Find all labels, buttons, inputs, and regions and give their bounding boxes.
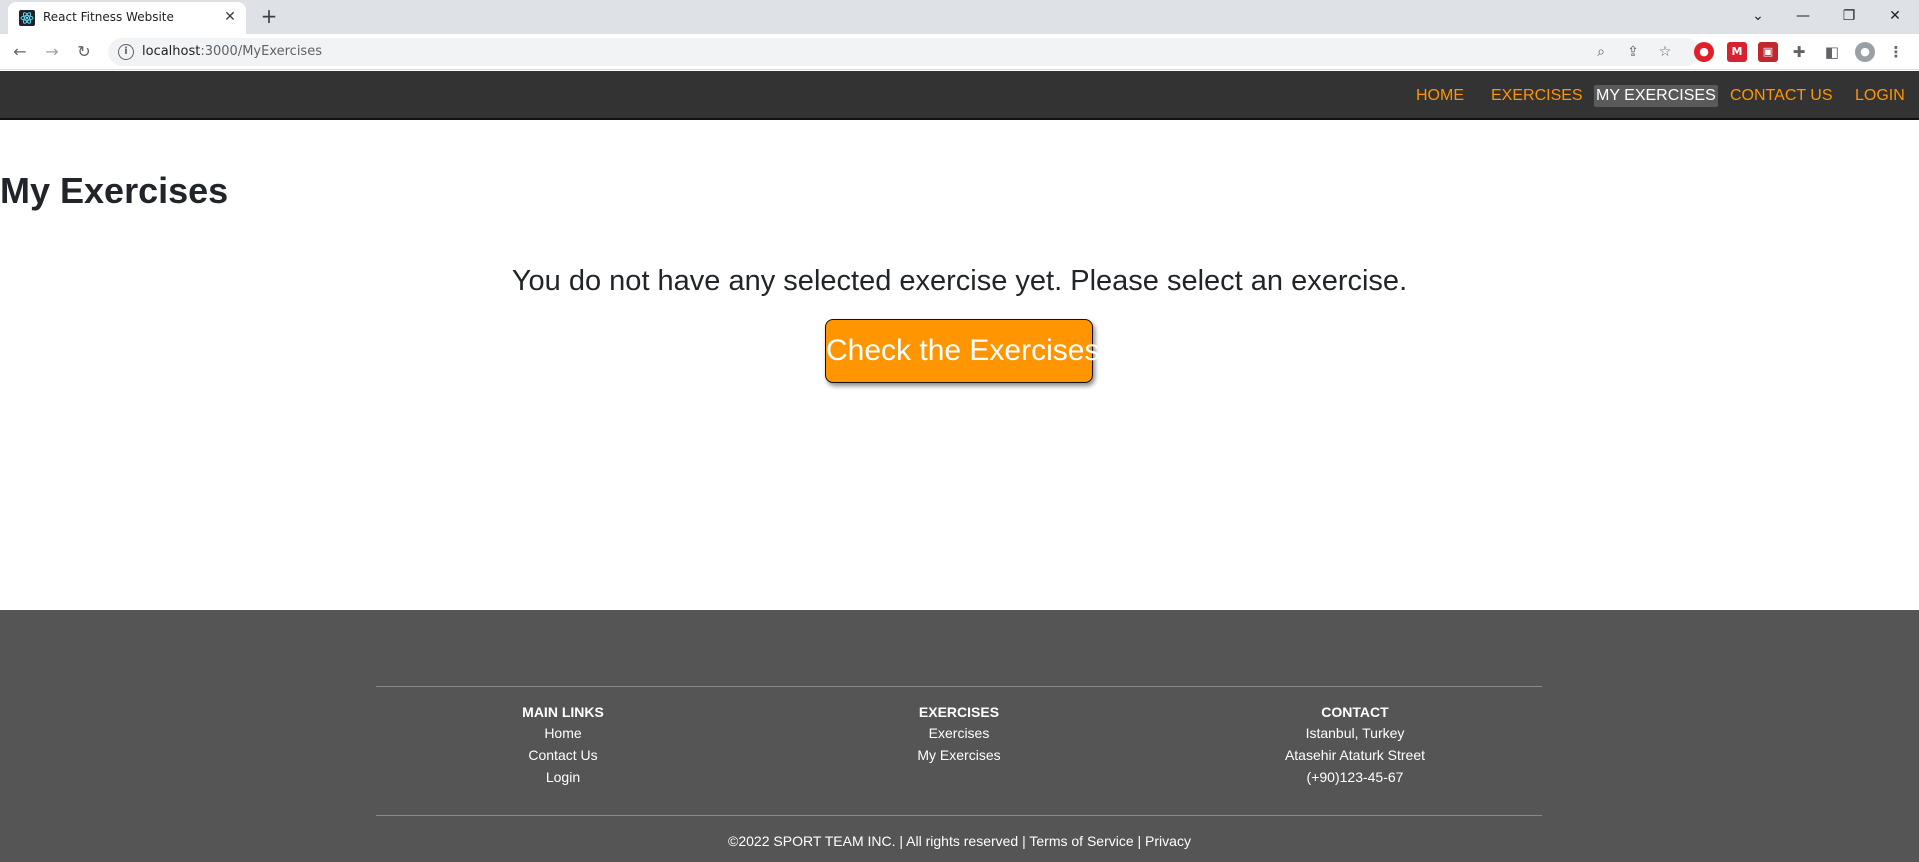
reload-icon[interactable]: ↻: [73, 41, 95, 63]
share-icon[interactable]: ⇪: [1622, 41, 1644, 63]
footer-link-contact-us[interactable]: Contact Us: [413, 744, 713, 766]
footer-link-my-exercises[interactable]: My Exercises: [809, 744, 1109, 766]
check-exercises-button[interactable]: Check the Exercises: [825, 319, 1099, 383]
footer-divider-top: [376, 686, 1542, 687]
browser-toolbar: ← → ↻ i localhost:3000/MyExercises ⌕ ⇪ ☆…: [0, 34, 1919, 70]
bookmark-star-icon[interactable]: ☆: [1654, 41, 1676, 63]
react-logo-icon: [19, 10, 35, 26]
footer-link-login[interactable]: Login: [413, 766, 713, 788]
footer-copyright: ©2022 SPORT TEAM INC. | All rights reser…: [728, 833, 1191, 849]
footer-heading-exercises: EXERCISES: [918, 704, 1000, 720]
extensions-puzzle-icon[interactable]: ✚: [1789, 42, 1809, 62]
empty-state-message: You do not have any selected exercise ye…: [511, 265, 1408, 297]
forward-icon[interactable]: →: [41, 41, 63, 63]
footer-column-exercises: EXERCISES Exercises My Exercises: [809, 702, 1109, 766]
extension-red-icon[interactable]: ▣: [1758, 42, 1778, 62]
page-title: My Exercises: [0, 170, 229, 211]
footer-link-exercises[interactable]: Exercises: [809, 722, 1109, 744]
tab-title: React Fitness Website: [43, 10, 174, 24]
zoom-icon[interactable]: ⌕: [1590, 41, 1612, 63]
address-bar[interactable]: i localhost:3000/MyExercises ⌕ ⇪ ☆: [108, 38, 1700, 66]
nav-link-contact-us[interactable]: CONTACT US: [1728, 85, 1835, 107]
side-panel-icon[interactable]: ◧: [1822, 42, 1842, 62]
footer-link-home[interactable]: Home: [413, 722, 713, 744]
restore-icon[interactable]: ❐: [1837, 4, 1861, 28]
nav-link-home[interactable]: HOME: [1414, 85, 1466, 107]
nav-link-my-exercises[interactable]: MY EXERCISES: [1594, 85, 1718, 107]
extension-shield-icon[interactable]: ●: [1694, 42, 1714, 62]
site-footer: MAIN LINKS Home Contact Us Login EXERCIS…: [0, 610, 1919, 862]
footer-column-main-links: MAIN LINKS Home Contact Us Login: [413, 702, 713, 788]
profile-avatar-icon[interactable]: ●: [1855, 42, 1875, 62]
nav-link-login[interactable]: LOGIN: [1853, 85, 1907, 107]
minimize-icon[interactable]: —: [1791, 4, 1815, 28]
footer-contact-city: Istanbul, Turkey: [1305, 725, 1405, 741]
extension-m-icon[interactable]: M: [1727, 42, 1747, 62]
tab-close-icon[interactable]: ✕: [221, 8, 239, 26]
footer-heading-contact: CONTACT: [1321, 704, 1389, 720]
footer-contact-phone: (+90)123-45-67: [1306, 769, 1404, 785]
footer-heading-main-links: MAIN LINKS: [522, 704, 604, 720]
footer-divider-bottom: [376, 815, 1542, 816]
back-icon[interactable]: ←: [9, 41, 31, 63]
browser-menu-icon[interactable]: ⋮: [1886, 42, 1906, 62]
browser-tab[interactable]: React Fitness Website ✕: [8, 2, 246, 34]
new-tab-icon[interactable]: +: [258, 5, 280, 27]
window-close-icon[interactable]: ✕: [1883, 4, 1907, 28]
nav-link-exercises[interactable]: EXERCISES: [1489, 85, 1585, 107]
tab-search-icon[interactable]: ⌄: [1746, 4, 1770, 28]
site-navbar: HOME EXERCISES MY EXERCISES CONTACT US L…: [0, 71, 1919, 120]
url-text: localhost:3000/MyExercises: [142, 44, 322, 59]
site-info-icon[interactable]: i: [118, 44, 134, 60]
footer-contact-street: Atasehir Ataturk Street: [1284, 747, 1426, 763]
browser-tab-bar: React Fitness Website ✕ + ⌄ — ❐ ✕: [0, 0, 1919, 34]
footer-column-contact: CONTACT Istanbul, Turkey Atasehir Atatur…: [1205, 702, 1505, 788]
